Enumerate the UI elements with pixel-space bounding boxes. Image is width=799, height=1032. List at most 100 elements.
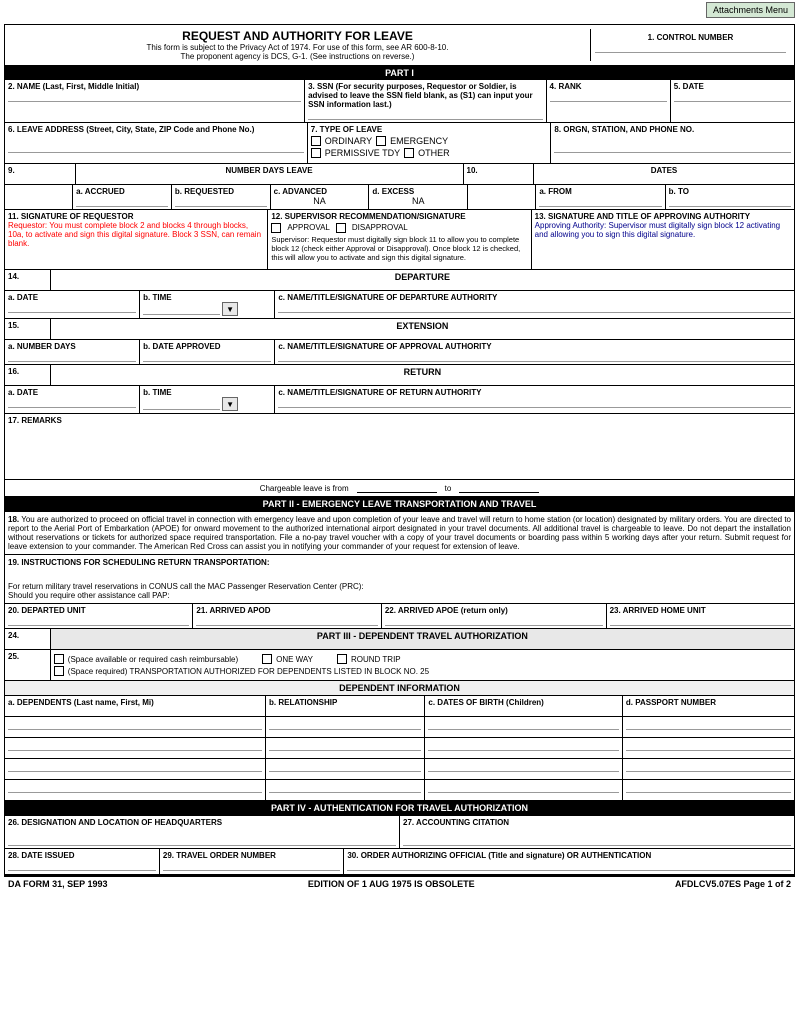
- dep-1d[interactable]: [623, 717, 794, 737]
- input-20[interactable]: [8, 615, 189, 626]
- input-to[interactable]: [669, 196, 791, 207]
- input-orgn[interactable]: [554, 142, 791, 153]
- input-14a[interactable]: [8, 302, 136, 313]
- remarks-area: 17. REMARKS: [5, 414, 794, 480]
- page-text: AFDLCV5.07ES Page 1 of 2: [675, 879, 791, 889]
- dep-2b-input[interactable]: [269, 740, 421, 751]
- input-ssn[interactable]: [308, 109, 542, 120]
- input-21[interactable]: [196, 615, 377, 626]
- cell-15c: c. NAME/TITLE/SIGNATURE OF APPROVAL AUTH…: [275, 340, 794, 364]
- cell-25-num: 25.: [5, 650, 51, 680]
- dep-2d[interactable]: [623, 738, 794, 758]
- one-way-checkbox[interactable]: [262, 654, 272, 664]
- space-avail-checkbox[interactable]: [54, 654, 64, 664]
- input-29[interactable]: [163, 860, 340, 871]
- ordinary-label: ORDINARY: [325, 136, 372, 146]
- input-15a[interactable]: [8, 351, 136, 362]
- input-26[interactable]: [8, 835, 396, 846]
- dep-4c[interactable]: [425, 780, 623, 800]
- dep-2a-input[interactable]: [8, 740, 262, 751]
- dep-3c[interactable]: [425, 759, 623, 779]
- input-14c[interactable]: [278, 302, 791, 313]
- dep-2d-input[interactable]: [626, 740, 791, 751]
- dep-1d-input[interactable]: [626, 719, 791, 730]
- ordinary-row: ORDINARY EMERGENCY: [311, 136, 548, 146]
- input-16c[interactable]: [278, 397, 791, 408]
- dep-1a-input[interactable]: [8, 719, 262, 730]
- input-15c[interactable]: [278, 351, 791, 362]
- time-16b-dropdown[interactable]: ▼: [222, 397, 238, 411]
- label-16a: a. DATE: [8, 388, 136, 397]
- disapproval-checkbox[interactable]: [336, 223, 346, 233]
- dep-2c-input[interactable]: [428, 740, 619, 751]
- dep-2c[interactable]: [425, 738, 623, 758]
- input-15b[interactable]: [143, 351, 271, 362]
- dep-3d[interactable]: [623, 759, 794, 779]
- dep-4d[interactable]: [623, 780, 794, 800]
- input-22[interactable]: [385, 615, 603, 626]
- time-16b-container: ▼: [143, 397, 271, 411]
- label-from: a. FROM: [539, 187, 661, 196]
- page: Attachments Menu REQUEST AND AUTHORITY F…: [0, 0, 799, 895]
- space-req-checkbox[interactable]: [54, 666, 64, 676]
- label-sig-approving: 13. SIGNATURE AND TITLE OF APPROVING AUT…: [535, 212, 791, 221]
- input-accrued[interactable]: [76, 196, 168, 207]
- dep-3d-input[interactable]: [626, 761, 791, 772]
- input-from[interactable]: [539, 196, 661, 207]
- dep-3b[interactable]: [266, 759, 425, 779]
- dep-4b[interactable]: [266, 780, 425, 800]
- dep-1c[interactable]: [425, 717, 623, 737]
- dep-3b-input[interactable]: [269, 761, 421, 772]
- dep-1c-input[interactable]: [428, 719, 619, 730]
- dep-3a-input[interactable]: [8, 761, 262, 772]
- label-remarks: 17. REMARKS: [8, 416, 791, 425]
- ordinary-checkbox[interactable]: [311, 136, 321, 146]
- dep-3c-input[interactable]: [428, 761, 619, 772]
- input-name[interactable]: [8, 91, 301, 102]
- emergency-checkbox[interactable]: [376, 136, 386, 146]
- cell-date: 5. DATE: [671, 80, 794, 122]
- label-16b: b. TIME: [143, 388, 271, 397]
- input-16a[interactable]: [8, 397, 136, 408]
- row-part4-2: 28. DATE ISSUED 29. TRAVEL ORDER NUMBER …: [5, 849, 794, 875]
- dep-2b[interactable]: [266, 738, 425, 758]
- input-rank[interactable]: [550, 91, 667, 102]
- time-14b-dropdown[interactable]: ▼: [222, 302, 238, 316]
- row-signatures: 11. SIGNATURE OF REQUESTOR Requestor: Yo…: [5, 210, 794, 270]
- attachments-menu-button[interactable]: Attachments Menu: [706, 2, 795, 18]
- space-required-label: (Space required) TRANSPORTATION AUTHORIZ…: [68, 667, 429, 676]
- cell-return-label: RETURN: [51, 365, 794, 385]
- cell-from: a. FROM: [536, 185, 665, 209]
- label-date: 5. DATE: [674, 82, 791, 91]
- permissive-checkbox[interactable]: [311, 148, 321, 158]
- other-checkbox[interactable]: [404, 148, 414, 158]
- input-23[interactable]: [610, 615, 791, 626]
- input-14b[interactable]: [143, 304, 220, 315]
- input-28[interactable]: [8, 860, 156, 871]
- dep-info-header: DEPENDENT INFORMATION: [5, 681, 794, 696]
- text-18: You are authorized to proceed on officia…: [8, 515, 791, 551]
- approving-note: Approving Authority: Supervisor must dig…: [535, 221, 791, 239]
- input-address[interactable]: [8, 142, 304, 153]
- input-requested[interactable]: [175, 196, 267, 207]
- dep-4d-input[interactable]: [626, 782, 791, 793]
- input-16b[interactable]: [143, 399, 220, 410]
- approval-checkbox[interactable]: [271, 223, 281, 233]
- cell-28: 28. DATE ISSUED: [5, 849, 160, 874]
- dep-4a[interactable]: [5, 780, 266, 800]
- input-date[interactable]: [674, 91, 791, 102]
- input-27[interactable]: [403, 835, 791, 846]
- dep-2a[interactable]: [5, 738, 266, 758]
- dep-4b-input[interactable]: [269, 782, 421, 793]
- control-number-input[interactable]: [595, 42, 786, 53]
- dep-1b[interactable]: [266, 717, 425, 737]
- dep-4c-input[interactable]: [428, 782, 619, 793]
- dep-1a[interactable]: [5, 717, 266, 737]
- round-trip-checkbox[interactable]: [337, 654, 347, 664]
- dep-1b-input[interactable]: [269, 719, 421, 730]
- dep-3a[interactable]: [5, 759, 266, 779]
- input-30[interactable]: [347, 860, 791, 871]
- row15-fields: a. NUMBER DAYS b. DATE APPROVED c. NAME/…: [5, 340, 794, 365]
- remarks-textarea[interactable]: [8, 425, 791, 475]
- dep-4a-input[interactable]: [8, 782, 262, 793]
